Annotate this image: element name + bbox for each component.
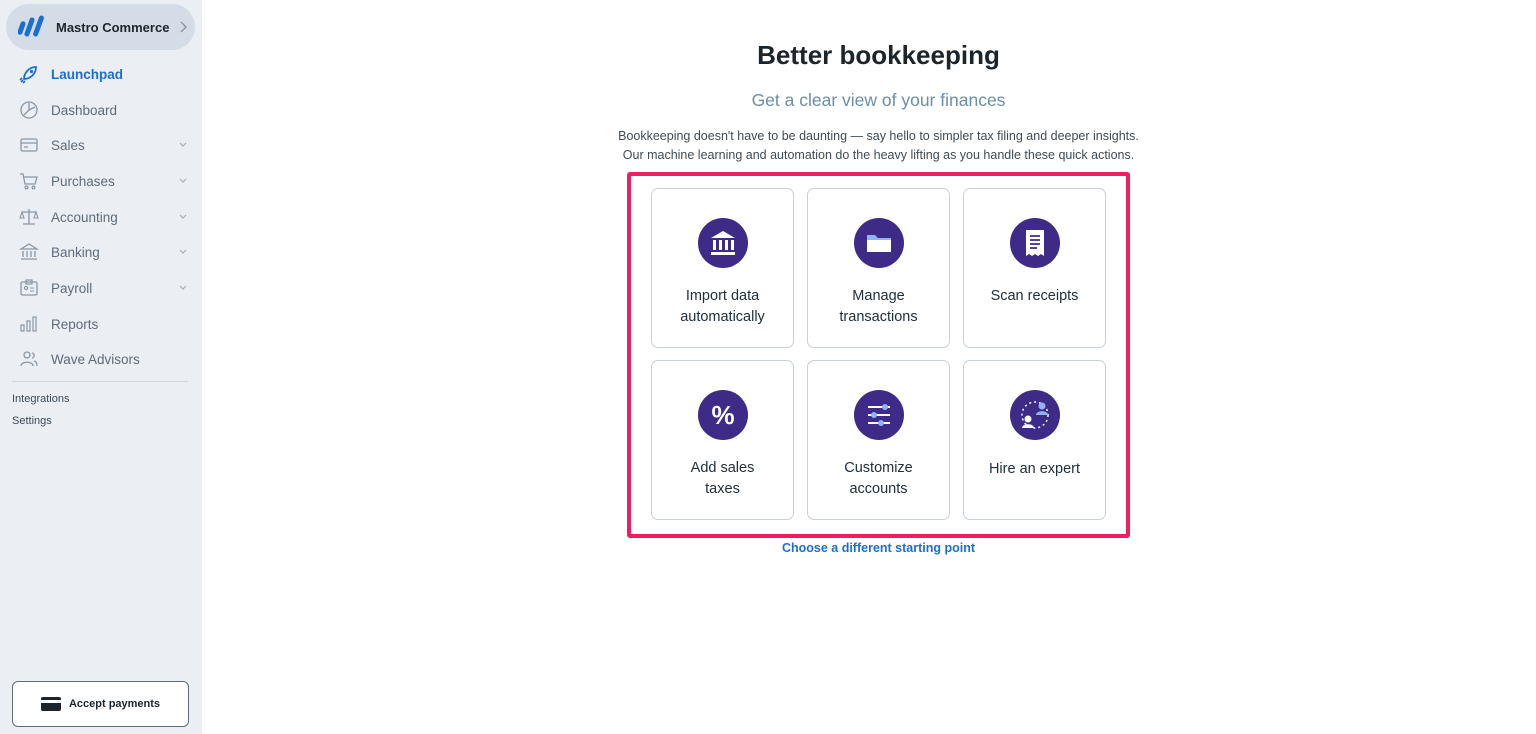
sidebar-item-label: Dashboard [51, 102, 118, 118]
dashboard-icon [20, 101, 38, 119]
sidebar-item-wave-advisors[interactable]: Wave Advisors [0, 342, 202, 376]
card-label: automatically [680, 309, 765, 325]
card-label: Import data [685, 288, 760, 304]
page-title: Better bookkeeping [757, 40, 1000, 70]
hire-expert-card[interactable]: Hire an expert [963, 360, 1106, 520]
accept-payments-button[interactable]: Accept payments [12, 681, 189, 727]
page-description: Bookkeeping doesn't have to be daunting … [202, 127, 1536, 164]
receipt-icon [1010, 218, 1060, 268]
chevron-down-icon [179, 142, 187, 147]
payroll-icon [20, 279, 38, 296]
card-label: transactions [839, 309, 918, 325]
sidebar-divider [12, 381, 188, 382]
percent-icon: % [698, 390, 748, 440]
sidebar-item-label: Wave Advisors [51, 351, 140, 367]
customize-accounts-card[interactable]: Customize accounts [807, 360, 950, 520]
cart-icon [20, 173, 38, 190]
sidebar-item-accounting[interactable]: Accounting [0, 200, 202, 234]
wave-logo-icon [18, 15, 44, 37]
business-switcher[interactable]: Mastro Commerce [6, 4, 195, 50]
card-label: Manage [852, 288, 905, 304]
sliders-icon [854, 390, 904, 440]
settings-link[interactable]: Settings [12, 415, 52, 427]
add-sales-taxes-card[interactable]: % Add sales taxes [651, 360, 794, 520]
sidebar-item-label: Reports [51, 316, 99, 332]
description-line: Our machine learning and automation do t… [622, 147, 1135, 162]
page-subtitle: Get a clear view of your finances [751, 90, 1006, 110]
choose-different-starting-point-link[interactable]: Choose a different starting point [202, 541, 1536, 555]
bank-icon [698, 218, 748, 268]
integrations-link[interactable]: Integrations [12, 393, 69, 405]
sidebar-item-payroll[interactable]: Payroll [0, 271, 202, 305]
advisors-icon [20, 351, 38, 367]
card-label: accounts [849, 481, 908, 497]
chevron-down-icon [179, 249, 187, 254]
card-label: Customize [844, 460, 913, 476]
rocket-icon [19, 66, 37, 84]
sidebar-item-banking[interactable]: Banking [0, 235, 202, 269]
sidebar: Mastro Commerce Launchpad Dashboard Sale… [0, 0, 202, 734]
expert-icon [1010, 390, 1060, 440]
sidebar-item-label: Launchpad [51, 66, 124, 82]
sidebar-item-label: Accounting [51, 209, 118, 225]
sales-icon [20, 138, 38, 152]
bank-icon [19, 243, 39, 260]
card-label: Hire an expert [988, 461, 1081, 477]
sidebar-item-purchases[interactable]: Purchases [0, 164, 202, 198]
manage-transactions-card[interactable]: Manage transactions [807, 188, 950, 348]
sidebar-item-launchpad[interactable]: Launchpad [0, 57, 202, 91]
svg-text:%: % [711, 400, 734, 430]
chevron-right-icon [180, 21, 188, 33]
sidebar-item-reports[interactable]: Reports [0, 307, 202, 341]
sidebar-item-label: Purchases [51, 173, 115, 189]
chevron-down-icon [179, 285, 187, 290]
sidebar-item-label: Banking [51, 244, 100, 260]
sidebar-item-dashboard[interactable]: Dashboard [0, 93, 202, 127]
sidebar-item-label: Payroll [51, 280, 93, 296]
chevron-down-icon [179, 178, 187, 183]
card-label: taxes [705, 481, 740, 497]
description-line: Bookkeeping doesn't have to be daunting … [618, 129, 1139, 143]
accept-payments-label: Accept payments [68, 698, 161, 710]
card-label: Scan receipts [990, 288, 1079, 304]
scan-receipts-card[interactable]: Scan receipts [963, 188, 1106, 348]
card-label: Add sales [690, 460, 755, 476]
scale-icon [19, 209, 39, 225]
credit-card-icon [40, 697, 61, 711]
reports-icon [20, 316, 37, 332]
folder-icon [854, 218, 904, 268]
chevron-down-icon [179, 214, 187, 219]
sidebar-item-label: Sales [51, 137, 85, 153]
sidebar-item-sales[interactable]: Sales [0, 128, 202, 162]
business-name: Mastro Commerce [56, 19, 170, 35]
import-data-card[interactable]: Import data automatically [651, 188, 794, 348]
